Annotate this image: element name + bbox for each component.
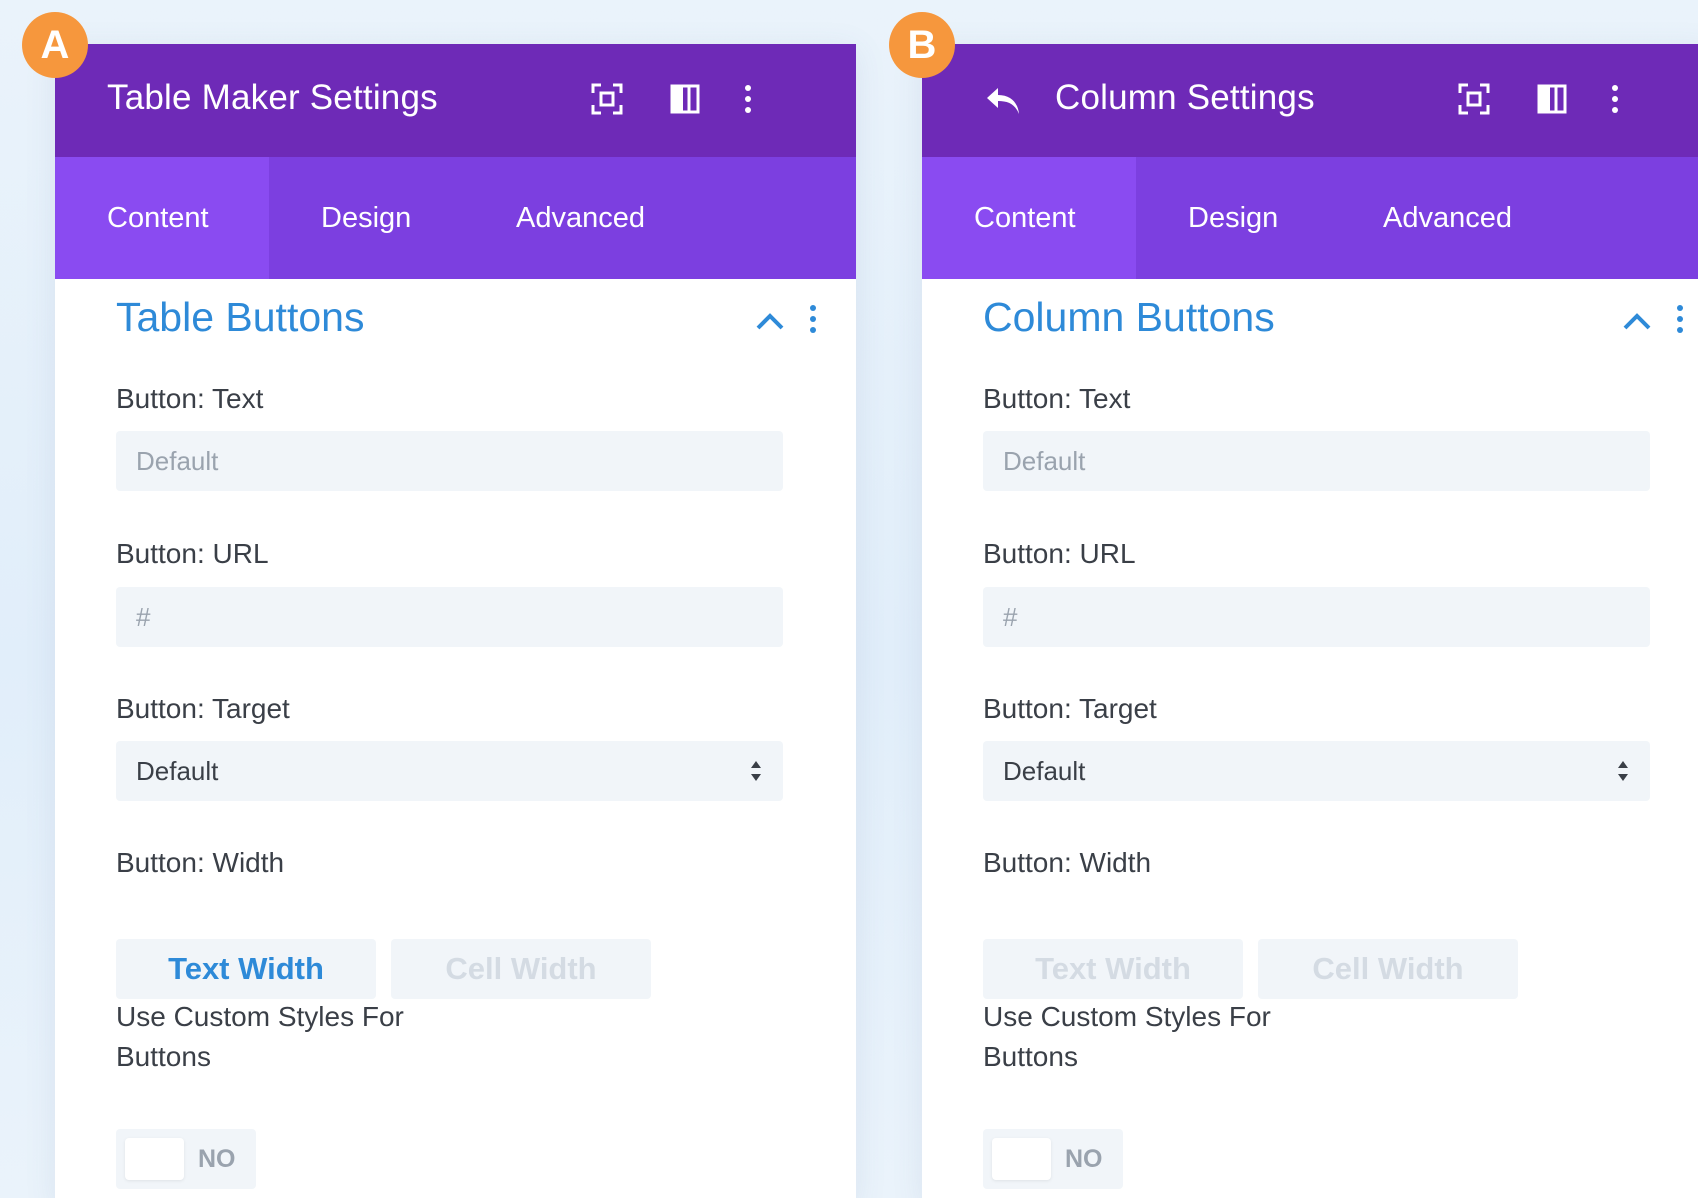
panel-header: Table Maker Settings [55,44,856,157]
custom-styles-label: Use Custom Styles For [116,1001,404,1032]
panel-header: Column Settings [922,44,1698,157]
panel-title: Table Maker Settings [107,78,438,117]
button-target-label: Button: Target [116,693,290,724]
toggle-state: NO [1065,1145,1103,1173]
button-url-label: Button: URL [983,538,1136,569]
button-target-label: Button: Target [983,693,1157,724]
more-vertical-icon[interactable] [1598,82,1632,116]
more-vertical-icon[interactable] [731,82,765,116]
tab-advanced[interactable]: Advanced [1331,157,1512,279]
button-width-label: Button: Width [983,847,1152,878]
focus-icon[interactable] [1457,82,1491,116]
column-settings-panel: Column Settings Content Design Advanced … [922,44,1698,1198]
cell-width-button[interactable]: Cell Width [391,939,651,999]
custom-styles-toggle[interactable]: NO [116,1129,256,1189]
text-width-button[interactable]: Text Width [116,939,376,999]
split-view-icon[interactable] [668,82,702,116]
focus-icon[interactable] [590,82,624,116]
toggle-knob [125,1138,184,1180]
more-vertical-icon[interactable] [806,300,820,340]
button-target-select[interactable]: Default [116,741,783,801]
button-width-label: Button: Width [116,847,285,878]
tab-design[interactable]: Design [1136,157,1278,279]
table-maker-settings-panel: Table Maker Settings Content Design Adva… [55,44,856,1198]
undo-icon[interactable] [984,84,1024,118]
badge-b: B [889,12,955,78]
button-url-placeholder: # [1003,601,1018,632]
button-target-value: Default [136,755,219,786]
chevron-up-icon[interactable] [1619,308,1655,334]
button-text-input[interactable]: Default [116,431,783,491]
custom-styles-label: Use Custom Styles For [983,1001,1271,1032]
section-title: Column Buttons [983,294,1275,340]
custom-styles-toggle[interactable]: NO [983,1129,1123,1189]
tab-content[interactable]: Content [55,157,269,279]
custom-styles-label-line2: Buttons [116,1041,211,1072]
select-arrows-icon [1618,761,1628,781]
button-url-input[interactable]: # [983,587,1650,647]
button-text-placeholder: Default [136,445,219,476]
button-text-placeholder: Default [1003,445,1086,476]
section-title: Table Buttons [116,294,365,340]
button-target-select[interactable]: Default [983,741,1650,801]
button-text-label: Button: Text [983,383,1131,414]
button-url-placeholder: # [136,601,151,632]
button-url-input[interactable]: # [116,587,783,647]
more-vertical-icon[interactable] [1673,300,1687,340]
badge-a: A [22,12,88,78]
button-target-value: Default [1003,755,1086,786]
button-url-label: Button: URL [116,538,269,569]
toggle-knob [992,1138,1051,1180]
toggle-state: NO [198,1145,236,1173]
tab-bar: Content Design Advanced [55,157,856,279]
custom-styles-label-line2: Buttons [983,1041,1078,1072]
text-width-button[interactable]: Text Width [983,939,1243,999]
panel-title: Column Settings [1055,78,1315,117]
chevron-up-icon[interactable] [752,308,788,334]
tab-bar: Content Design Advanced [922,157,1698,279]
select-arrows-icon [751,761,761,781]
cell-width-button[interactable]: Cell Width [1258,939,1518,999]
button-text-input[interactable]: Default [983,431,1650,491]
tab-design[interactable]: Design [269,157,411,279]
split-view-icon[interactable] [1535,82,1569,116]
tab-advanced[interactable]: Advanced [464,157,645,279]
tab-content[interactable]: Content [922,157,1136,279]
button-text-label: Button: Text [116,383,264,414]
